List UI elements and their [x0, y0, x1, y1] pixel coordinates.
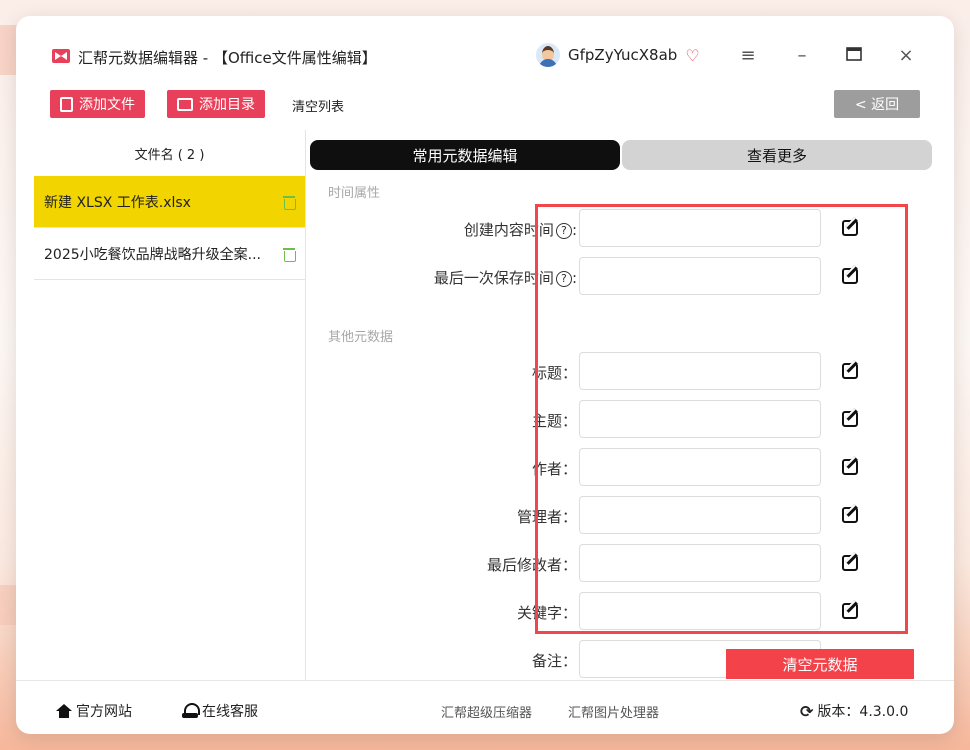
- back-button[interactable]: < 返回: [834, 90, 920, 118]
- keywords-input[interactable]: [579, 592, 821, 630]
- official-website-label: 官方网站: [76, 704, 132, 720]
- add-directory-button[interactable]: 添加目录: [167, 90, 265, 118]
- official-website-link[interactable]: 官方网站: [56, 701, 132, 721]
- edit-icon[interactable]: [842, 268, 858, 284]
- manager-label: 管理者：: [516, 508, 577, 526]
- subject-input[interactable]: [579, 400, 821, 438]
- version-label: 版本：4.3.0.0: [817, 704, 909, 720]
- trash-icon[interactable]: [283, 247, 296, 262]
- tab-view-more[interactable]: 查看更多: [622, 140, 932, 170]
- title-input[interactable]: [579, 352, 821, 390]
- clear-list-button[interactable]: 清空列表: [292, 96, 344, 115]
- add-file-label: 添加文件: [79, 97, 135, 113]
- add-folder-icon: [177, 97, 193, 111]
- created-time-label: 创建内容时间?:: [463, 221, 577, 239]
- edit-icon[interactable]: [842, 555, 858, 571]
- keywords-label: 关键字：: [516, 604, 577, 622]
- home-icon: [56, 704, 72, 718]
- manager-input[interactable]: [579, 496, 821, 534]
- subject-label: 主题：: [531, 412, 577, 430]
- file-name: 2025小吃餐饮品牌战略升级全案...: [44, 246, 261, 263]
- last-modified-by-label: 最后修改者：: [486, 556, 577, 574]
- refresh-icon: ⟳: [800, 701, 814, 721]
- trash-icon[interactable]: [283, 195, 296, 210]
- footer: 官方网站 在线客服 汇帮超级压缩器 汇帮图片处理器 ⟳ 版本：4.3.0.0: [16, 680, 954, 734]
- online-support-link[interactable]: 在线客服: [182, 701, 258, 721]
- section-time-label: 时间属性: [328, 186, 381, 201]
- notes-label: 备注：: [531, 652, 577, 670]
- add-file-button[interactable]: 添加文件: [50, 90, 145, 118]
- version-info[interactable]: ⟳ 版本：4.3.0.0: [800, 701, 908, 721]
- menu-icon[interactable]: ≡: [738, 46, 758, 66]
- edit-icon[interactable]: [842, 220, 858, 236]
- vip-heart-icon[interactable]: ♡: [685, 46, 699, 65]
- username[interactable]: GfpZyYucX8ab: [568, 46, 677, 64]
- title-label: 标题：: [531, 364, 577, 382]
- toolbar: 添加文件 添加目录 清空列表 < 返回: [16, 90, 954, 124]
- user-area[interactable]: GfpZyYucX8ab ♡: [536, 43, 700, 67]
- add-file-icon: [60, 96, 73, 112]
- close-icon[interactable]: ×: [896, 46, 916, 66]
- author-label: 作者：: [531, 460, 577, 478]
- created-time-input[interactable]: [579, 209, 821, 247]
- metadata-panel: 时间属性 常用元数据编辑 查看更多 创建内容时间?: 最后一次保存时间?: 其他…: [307, 130, 954, 680]
- help-icon[interactable]: ?: [555, 223, 572, 239]
- edit-icon[interactable]: [842, 603, 858, 619]
- tab-common-metadata[interactable]: 常用元数据编辑: [310, 140, 620, 170]
- title-bar: 汇帮元数据编辑器 - 【Office文件属性编辑】 GfpZyYucX8ab ♡…: [16, 16, 954, 92]
- edit-icon[interactable]: [842, 459, 858, 475]
- avatar[interactable]: [536, 43, 560, 67]
- file-list-header: 文件名 ( 2 ): [134, 147, 205, 163]
- add-directory-label: 添加目录: [199, 97, 255, 113]
- edit-icon[interactable]: [842, 411, 858, 427]
- clear-metadata-button[interactable]: 清空元数据: [726, 649, 914, 679]
- image-tool-link[interactable]: 汇帮图片处理器: [568, 702, 659, 721]
- section-other-label: 其他元数据: [328, 330, 394, 345]
- saved-time-input[interactable]: [579, 257, 821, 295]
- saved-time-label: 最后一次保存时间?:: [433, 269, 577, 287]
- last-modified-by-input[interactable]: [579, 544, 821, 582]
- file-name: 新建 XLSX 工作表.xlsx: [44, 194, 191, 211]
- edit-icon[interactable]: [842, 507, 858, 523]
- app-logo-icon: [52, 49, 70, 63]
- author-input[interactable]: [579, 448, 821, 486]
- maximize-icon[interactable]: [844, 46, 864, 66]
- minimize-icon[interactable]: –: [792, 46, 812, 66]
- online-support-label: 在线客服: [202, 704, 258, 720]
- app-title: 汇帮元数据编辑器 - 【Office文件属性编辑】: [78, 49, 377, 67]
- file-list-item[interactable]: 2025小吃餐饮品牌战略升级全案...: [34, 228, 305, 280]
- file-list-panel: 文件名 ( 2 ) 新建 XLSX 工作表.xlsx 2025小吃餐饮品牌战略升…: [34, 130, 306, 680]
- compressor-link[interactable]: 汇帮超级压缩器: [441, 702, 532, 721]
- help-icon[interactable]: ?: [555, 271, 572, 287]
- support-icon: [182, 703, 200, 719]
- file-list-item[interactable]: 新建 XLSX 工作表.xlsx: [34, 176, 305, 228]
- app-window: 汇帮元数据编辑器 - 【Office文件属性编辑】 GfpZyYucX8ab ♡…: [16, 16, 954, 734]
- edit-icon[interactable]: [842, 363, 858, 379]
